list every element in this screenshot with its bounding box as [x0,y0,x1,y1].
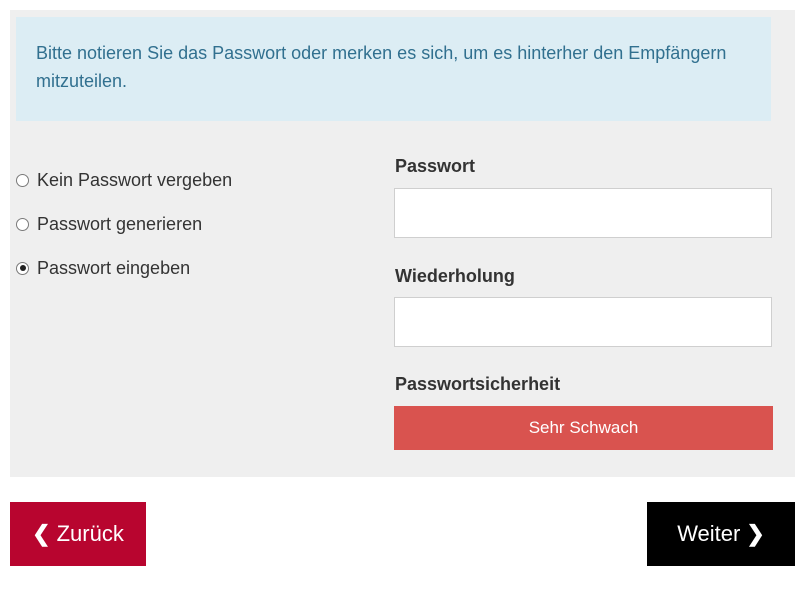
back-button[interactable]: ❮ Zurück [10,502,146,566]
chevron-right-icon: ❯ [746,521,765,546]
next-button[interactable]: Weiter ❯ [647,502,795,566]
radio-button[interactable] [16,217,29,231]
info-alert: Bitte notieren Sie das Passwort oder mer… [16,17,771,121]
repeat-password-input[interactable] [394,297,772,347]
info-text: Bitte notieren Sie das Passwort oder mer… [36,43,727,91]
repeat-password-label: Wiederholung [395,266,515,286]
password-strength-indicator: Sehr Schwach [394,406,773,450]
radio-label: Passwort generieren [37,213,203,234]
radio-label: Passwort eingeben [37,257,191,278]
radio-option-enter-password[interactable]: Passwort eingeben [16,256,232,280]
radio-option-generate-password[interactable]: Passwort generieren [16,212,232,236]
radio-option-no-password[interactable]: Kein Passwort vergeben [16,168,232,192]
radio-button-selected[interactable] [16,261,29,275]
password-input[interactable] [394,188,772,238]
password-mode-radio-group: Kein Passwort vergeben Passwort generier… [16,168,232,300]
password-strength-label: Passwortsicherheit [395,374,561,394]
radio-button[interactable] [16,173,29,187]
chevron-left-icon: ❮ [32,521,51,546]
radio-label: Kein Passwort vergeben [37,169,233,190]
password-label: Passwort [395,156,476,176]
next-button-label: Weiter [677,521,741,546]
back-button-label: Zurück [56,521,124,546]
password-strength-value: Sehr Schwach [528,418,639,437]
